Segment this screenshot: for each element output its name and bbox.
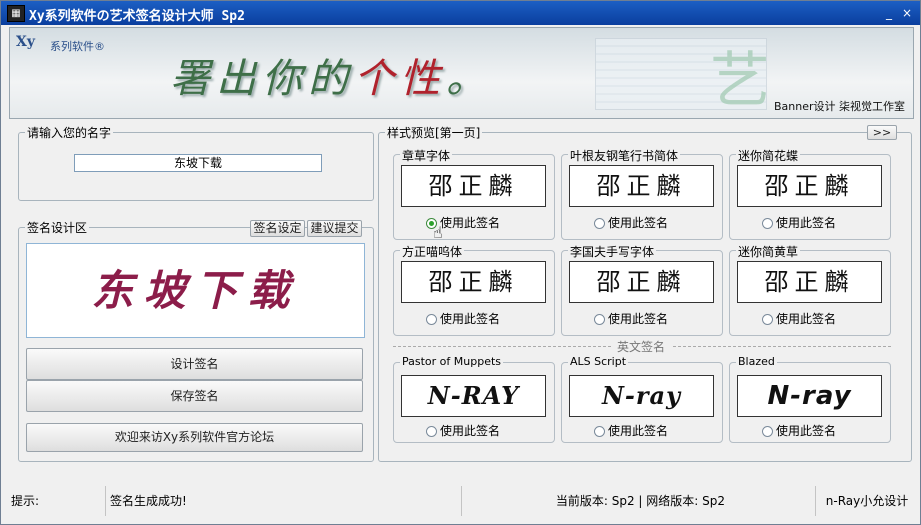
use-signature-radio[interactable]: 使用此签名 xyxy=(762,310,836,327)
author-info: n-Ray小允设计 xyxy=(815,486,914,516)
signature-canvas: 东坡下载 xyxy=(26,243,365,338)
style-preview: N-RAY xyxy=(401,375,546,417)
use-signature-label: 使用此签名 xyxy=(608,312,669,326)
radio-icon[interactable] xyxy=(762,218,773,229)
style-name: Blazed xyxy=(736,355,777,368)
app-icon[interactable]: ▦ xyxy=(7,5,25,22)
style-card[interactable]: 李国夫手写字体 邵正麟使用此签名 xyxy=(561,243,723,336)
banner: 艺 Xy 系列软件® 署出你的个性。 Banner设计 柒视觉工作室 xyxy=(9,27,914,119)
status-hint-label: 提示: xyxy=(11,494,40,508)
logo-text: 系列软件® xyxy=(50,40,105,53)
status-message: 签名生成成功! xyxy=(105,486,461,516)
signature-settings-button[interactable]: 签名设定 xyxy=(250,220,305,237)
mouse-cursor-icon: ☝ xyxy=(433,223,443,242)
english-divider-label: 英文签名 xyxy=(611,338,672,355)
minimize-icon[interactable]: _ xyxy=(881,6,897,20)
style-name: 方正喵呜体 xyxy=(400,243,465,260)
use-signature-radio[interactable]: 使用此签名 xyxy=(426,422,500,439)
radio-icon[interactable] xyxy=(762,426,773,437)
radio-icon[interactable] xyxy=(762,314,773,325)
style-name: 章草字体 xyxy=(400,147,453,164)
style-preview: 邵正麟 xyxy=(569,165,714,207)
style-preview: N-ray xyxy=(737,375,882,417)
use-signature-radio[interactable]: 使用此签名 xyxy=(762,214,836,231)
signature-text: 东坡下载 xyxy=(91,266,300,315)
banner-slogan: 署出你的个性。 xyxy=(170,46,492,104)
radio-icon[interactable] xyxy=(426,426,437,437)
style-name: 李国夫手写字体 xyxy=(568,243,657,260)
style-preview: N-ray xyxy=(569,375,714,417)
style-card[interactable]: Pastor of Muppets N-RAY 使用此签名 xyxy=(393,355,555,443)
style-name: Pastor of Muppets xyxy=(400,355,504,368)
use-signature-radio[interactable]: 使用此签名 xyxy=(426,310,500,327)
title-bar[interactable]: ▦ Xy系列软件の艺术签名设计大师 Sp2 _ × xyxy=(1,1,920,25)
style-card[interactable]: ALS Script N-ray 使用此签名 xyxy=(561,355,723,443)
logo: Xy xyxy=(16,34,35,50)
version-info: 当前版本: Sp2 | 网络版本: Sp2 xyxy=(461,486,815,516)
name-section-legend: 请输入您的名字 xyxy=(27,126,112,140)
use-signature-label: 使用此签名 xyxy=(608,216,669,230)
use-signature-radio[interactable]: 使用此签名 xyxy=(762,422,836,439)
app-window: ▦ Xy系列软件の艺术签名设计大师 Sp2 _ × 艺 Xy 系列软件® 署出你… xyxy=(0,0,921,525)
design-section-legend: 签名设计区 xyxy=(27,221,88,235)
use-signature-label: 使用此签名 xyxy=(608,424,669,438)
use-signature-label: 使用此签名 xyxy=(776,312,837,326)
style-preview: 邵正麟 xyxy=(737,165,882,207)
radio-icon[interactable] xyxy=(594,426,605,437)
slogan-part-2: 个性 xyxy=(354,56,446,102)
banner-credit: Banner设计 柒视觉工作室 xyxy=(773,100,905,113)
use-signature-radio[interactable]: 使用此签名 xyxy=(594,214,668,231)
suggest-button[interactable]: 建议提交 xyxy=(307,220,362,237)
banner-art-glyph: 艺 xyxy=(710,46,770,116)
style-card[interactable]: 方正喵呜体 邵正麟使用此签名 xyxy=(393,243,555,336)
slogan-part-1: 署出你的 xyxy=(170,56,354,102)
status-bar: 提示: 签名生成成功! 当前版本: Sp2 | 网络版本: Sp2 n-Ray小… xyxy=(7,486,914,518)
slogan-part-3: 。 xyxy=(446,56,492,102)
use-signature-label: 使用此签名 xyxy=(440,424,501,438)
style-preview: 邵正麟 xyxy=(401,261,546,303)
style-name: 迷你简花蝶 xyxy=(736,147,801,164)
forum-button[interactable]: 欢迎来访Xy系列软件官方论坛 xyxy=(26,423,363,452)
style-card[interactable]: 叶根友钢笔行书简体 邵正麟使用此签名 xyxy=(561,147,723,240)
next-page-button[interactable]: >> xyxy=(867,125,897,140)
style-preview: 邵正麟 xyxy=(569,261,714,303)
style-preview: 邵正麟 xyxy=(737,261,882,303)
radio-icon[interactable] xyxy=(594,218,605,229)
save-signature-button[interactable]: 保存签名 xyxy=(26,380,363,412)
close-icon[interactable]: × xyxy=(899,6,915,20)
style-name: 迷你简黄草 xyxy=(736,243,801,260)
design-signature-button[interactable]: 设计签名 xyxy=(26,348,363,380)
style-card[interactable]: Blazed N-ray 使用此签名 xyxy=(729,355,891,443)
style-name: ALS Script xyxy=(568,355,629,368)
name-input[interactable]: 东坡下载 xyxy=(74,154,322,172)
use-signature-radio[interactable]: 使用此签名 xyxy=(594,422,668,439)
use-signature-label: 使用此签名 xyxy=(440,312,501,326)
window-title: Xy系列软件の艺术签名设计大师 Sp2 xyxy=(29,9,245,24)
use-signature-label: 使用此签名 xyxy=(776,424,837,438)
style-card[interactable]: 章草字体 邵正麟使用此签名 xyxy=(393,147,555,240)
use-signature-label: 使用此签名 xyxy=(440,216,501,230)
style-card[interactable]: 迷你简花蝶 邵正麟使用此签名 xyxy=(729,147,891,240)
style-name: 叶根友钢笔行书简体 xyxy=(568,147,681,164)
style-card[interactable]: 迷你简黄草 邵正麟使用此签名 xyxy=(729,243,891,336)
radio-icon[interactable] xyxy=(594,314,605,325)
use-signature-radio[interactable]: 使用此签名 xyxy=(594,310,668,327)
radio-icon[interactable] xyxy=(426,314,437,325)
use-signature-label: 使用此签名 xyxy=(776,216,837,230)
preview-section-legend: 样式预览[第一页] xyxy=(387,126,481,140)
style-preview: 邵正麟 xyxy=(401,165,546,207)
